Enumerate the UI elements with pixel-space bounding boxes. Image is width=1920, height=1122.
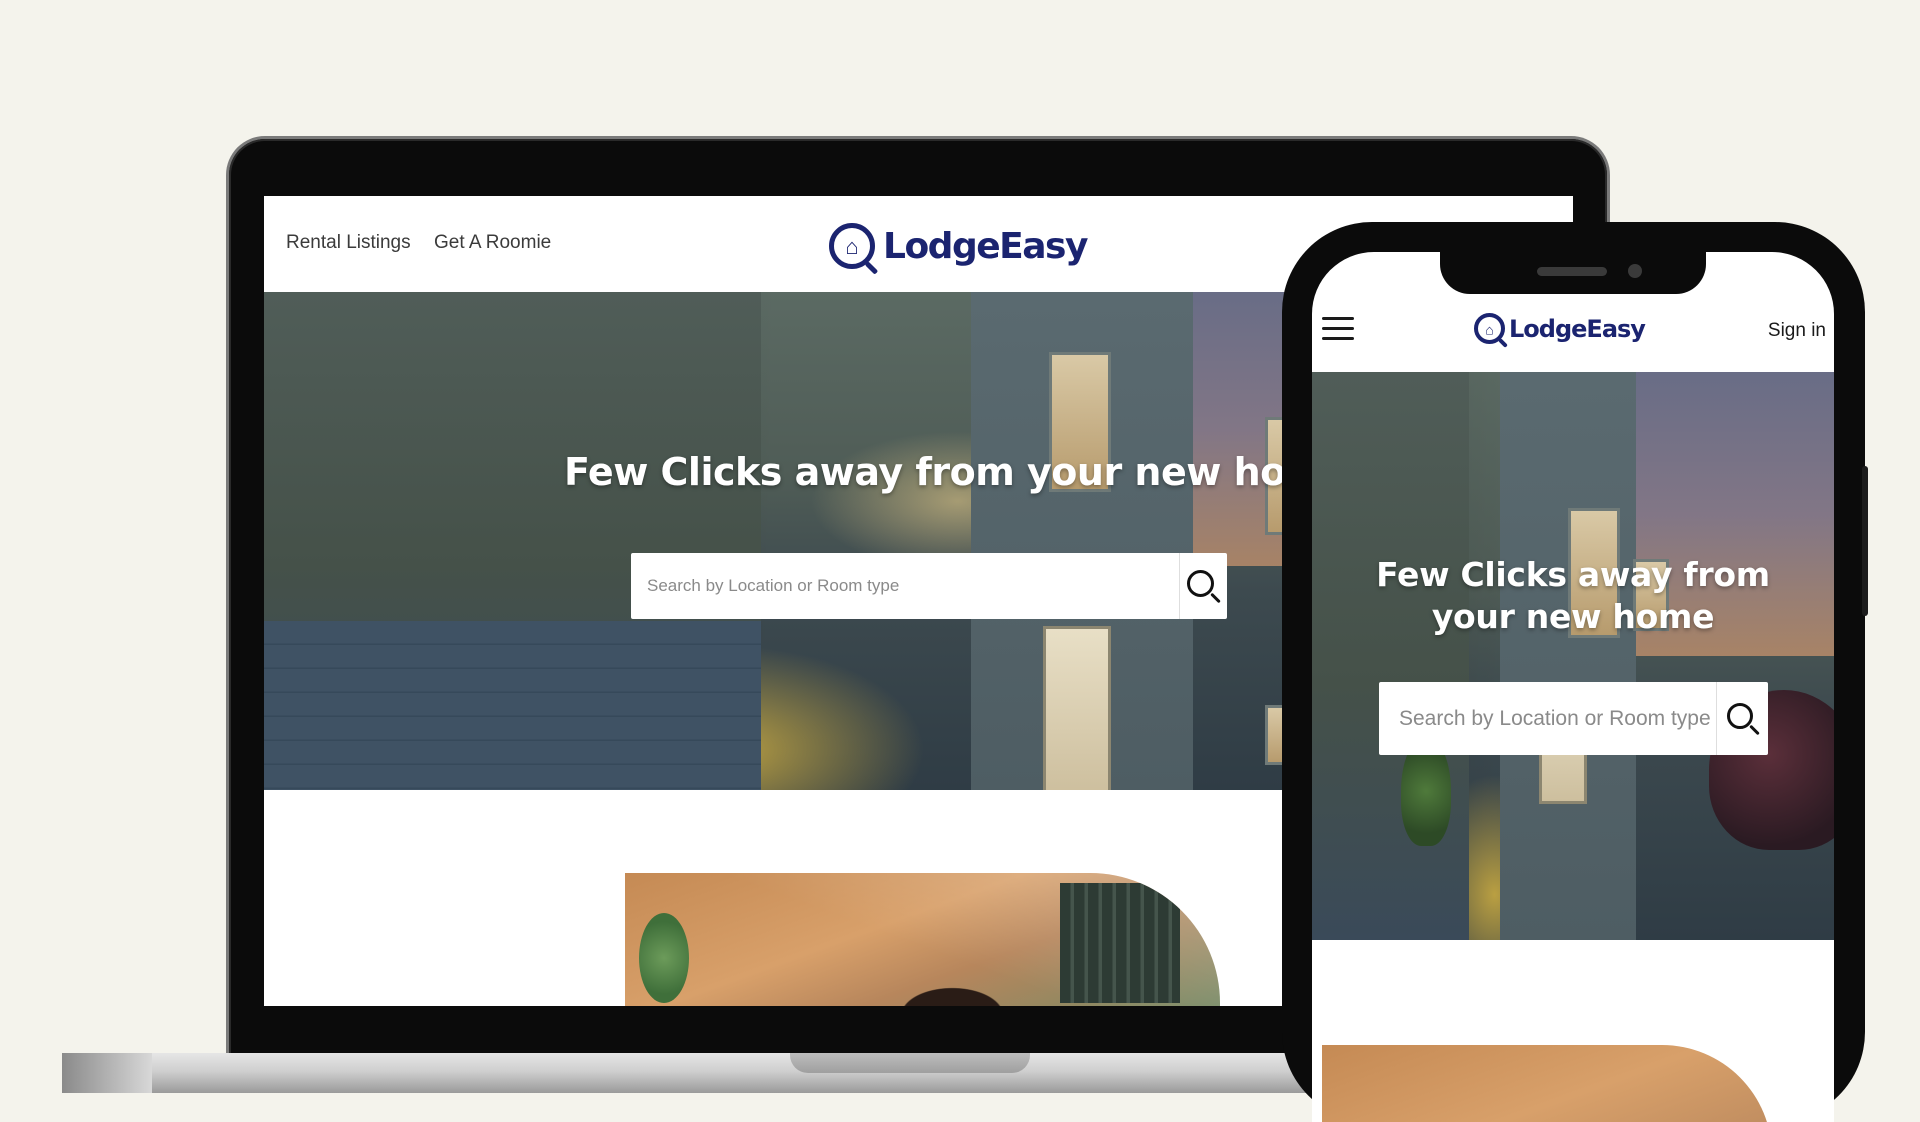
- photo-shutters: [1060, 883, 1180, 1003]
- nav-link-rental-listings[interactable]: Rental Listings: [286, 232, 411, 254]
- hero-house-tower: [1499, 372, 1636, 940]
- phone-speaker: [1537, 267, 1607, 276]
- mobile-feature-image: [1322, 1045, 1772, 1122]
- desktop-logo[interactable]: ⌂ LodgeEasy: [829, 223, 1088, 269]
- desktop-search-button[interactable]: [1179, 553, 1227, 619]
- mobile-search-button[interactable]: [1716, 682, 1768, 755]
- mobile-search-input[interactable]: Search by Location or Room type: [1379, 707, 1716, 731]
- hero-front-door: [1042, 625, 1111, 790]
- mobile-navbar: ⌂ LodgeEasy Sign in: [1312, 296, 1834, 372]
- phone-screen: ⌂ LodgeEasy Sign in Few Clicks away from…: [1312, 252, 1834, 1122]
- desktop-search-bar: Search by Location or Room type: [631, 553, 1227, 619]
- logo-wordmark: LodgeEasy: [1509, 314, 1646, 343]
- mobile-hero-title: Few Clicks away from your new home: [1376, 555, 1770, 636]
- hero-garage-door: [264, 620, 762, 790]
- phone-notch: [1440, 252, 1706, 294]
- photo-plant: [639, 913, 689, 1003]
- logo-house-icon: ⌂: [1485, 321, 1494, 338]
- logo-magnifier-icon: ⌂: [829, 223, 875, 269]
- phone-camera: [1628, 264, 1642, 278]
- phone-side-button: [1862, 466, 1868, 616]
- sign-in-link[interactable]: Sign in: [1768, 320, 1826, 342]
- search-icon: [1726, 702, 1753, 729]
- desktop-search-input[interactable]: Search by Location or Room type: [631, 576, 1179, 596]
- mobile-search-bar: Search by Location or Room type: [1379, 682, 1768, 755]
- logo-wordmark: LodgeEasy: [883, 225, 1088, 267]
- logo-magnifier-icon: ⌂: [1474, 313, 1505, 344]
- desktop-feature-image: [625, 873, 1220, 1006]
- logo-house-icon: ⌂: [845, 234, 859, 260]
- mobile-logo[interactable]: ⌂ LodgeEasy: [1474, 313, 1646, 344]
- nav-link-get-a-roomie[interactable]: Get A Roomie: [434, 232, 551, 254]
- hamburger-menu-icon[interactable]: [1322, 317, 1354, 341]
- hero-wall: [1312, 372, 1469, 940]
- search-icon: [1187, 569, 1214, 597]
- laptop-hinge-notch: [790, 1053, 1030, 1073]
- mobile-hero: Few Clicks away from your new home Searc…: [1312, 372, 1834, 940]
